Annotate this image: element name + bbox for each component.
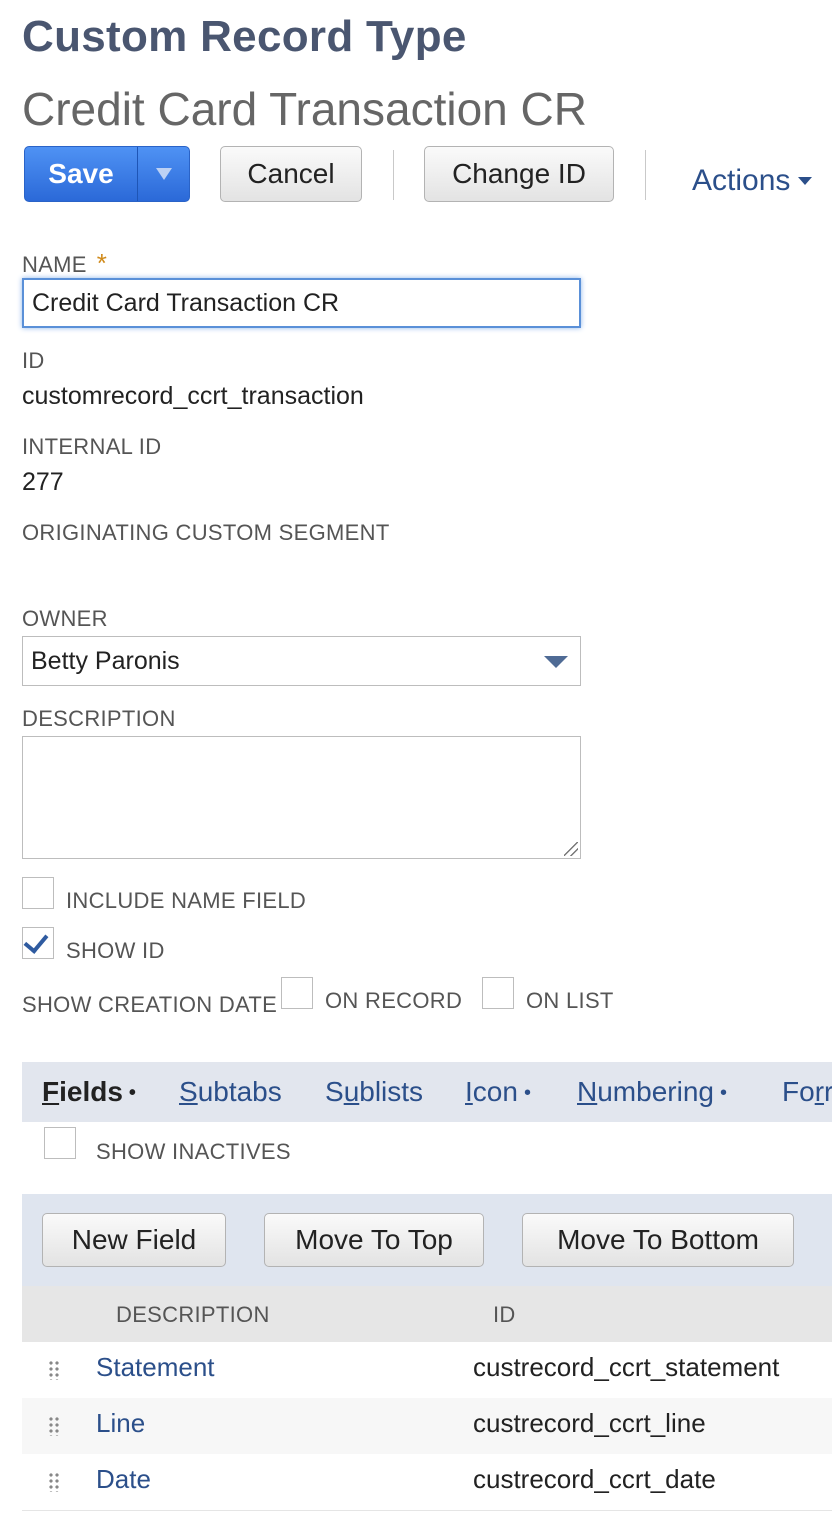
on-list-label: ON LIST	[526, 988, 614, 1013]
id-label: ID	[22, 348, 45, 373]
name-input[interactable]	[22, 278, 581, 328]
tab-icon[interactable]: Icon •	[465, 1076, 531, 1108]
field-description-link[interactable]: Line	[96, 1408, 145, 1439]
owner-select[interactable]: Betty Paronis	[22, 636, 581, 686]
tab-forms[interactable]: Forr	[782, 1076, 832, 1108]
on-record-label: ON RECORD	[325, 988, 463, 1013]
on-list-checkbox[interactable]	[482, 977, 514, 1009]
tab-fields-rest: ields	[59, 1076, 123, 1107]
originating-segment-label: ORIGINATING CUSTOM SEGMENT	[22, 520, 390, 545]
tab-icon-rest: con	[472, 1076, 518, 1107]
cancel-button[interactable]: Cancel	[220, 146, 362, 202]
chevron-down-icon	[155, 168, 172, 180]
column-header-id[interactable]: ID	[493, 1302, 516, 1328]
tab-icon-key: I	[465, 1076, 473, 1107]
drag-handle-icon[interactable]	[48, 1360, 60, 1380]
subtab-bar: Fields • Subtabs Sublists Icon • Numbering…	[22, 1062, 832, 1122]
actions-label: Actions	[692, 164, 791, 197]
field-id: custrecord_ccrt_date	[473, 1464, 716, 1494]
drag-handle-icon[interactable]	[48, 1472, 60, 1492]
save-button[interactable]: Save	[25, 147, 137, 201]
show-id-checkbox[interactable]	[22, 927, 54, 959]
caret-down-icon	[798, 177, 813, 185]
internal-id-value: 277	[22, 468, 64, 496]
checkmark-icon	[23, 928, 49, 954]
column-header-description[interactable]: DESCRIPTION	[116, 1302, 270, 1328]
save-button-group: Save	[24, 146, 190, 202]
table-row[interactable]: Line custrecord_ccrt_line	[22, 1398, 832, 1455]
tab-sublists-rest: blists	[359, 1076, 424, 1107]
field-description-link[interactable]: Date	[96, 1464, 151, 1495]
tab-sublists-pre: S	[325, 1076, 344, 1107]
toolbar-divider	[393, 150, 394, 200]
tab-subtabs[interactable]: Subtabs	[179, 1076, 282, 1108]
tab-numbering-rest: umbering	[597, 1076, 714, 1107]
resize-handle-icon[interactable]	[564, 842, 578, 856]
move-to-bottom-button[interactable]: Move To Bottom	[522, 1213, 794, 1267]
field-id: custrecord_ccrt_line	[473, 1408, 706, 1438]
drag-handle-icon[interactable]	[48, 1416, 60, 1436]
dropdown-arrow-icon	[544, 656, 568, 668]
name-label: NAME *	[22, 248, 107, 279]
change-id-button[interactable]: Change ID	[424, 146, 614, 202]
table-header: DESCRIPTION ID	[22, 1286, 832, 1342]
show-inactives-label: SHOW INACTIVES	[96, 1139, 291, 1164]
on-record-checkbox[interactable]	[281, 977, 313, 1009]
tab-forms-pre: Fo	[782, 1076, 815, 1107]
move-to-top-button[interactable]: Move To Top	[264, 1213, 484, 1267]
show-id-label: SHOW ID	[66, 938, 165, 963]
required-icon: *	[96, 248, 108, 278]
sublist-toolbar: New Field Move To Top Move To Bottom	[22, 1194, 832, 1286]
tab-fields-key: F	[42, 1076, 60, 1107]
tab-subtabs-key: S	[179, 1076, 198, 1107]
table-row[interactable]: Statement custrecord_ccrt_statement	[22, 1342, 832, 1399]
include-name-field-checkbox[interactable]	[22, 877, 54, 909]
tab-numbering[interactable]: Numbering •	[577, 1076, 727, 1108]
tab-fields-dot: •	[128, 1082, 136, 1105]
record-type-heading: Custom Record Type	[22, 12, 467, 61]
tab-numbering-key: N	[577, 1076, 598, 1107]
owner-value: Betty Paronis	[31, 646, 180, 675]
include-name-field-label: INCLUDE NAME FIELD	[66, 888, 307, 913]
new-field-button[interactable]: New Field	[42, 1213, 226, 1267]
internal-id-label: INTERNAL ID	[22, 434, 162, 459]
tab-fields[interactable]: Fields •	[42, 1076, 136, 1108]
show-inactives-checkbox[interactable]	[44, 1127, 76, 1159]
tab-subtabs-rest: ubtabs	[197, 1076, 282, 1107]
name-label-text: NAME	[22, 252, 87, 277]
record-name-title: Credit Card Transaction CR	[22, 83, 587, 135]
tab-forms-rest: r	[824, 1076, 832, 1107]
show-creation-date-label: SHOW CREATION DATE	[22, 992, 278, 1017]
tab-sublists[interactable]: Sublists	[325, 1076, 423, 1108]
description-label: DESCRIPTION	[22, 706, 176, 731]
tab-sublists-key: u	[343, 1076, 360, 1107]
save-menu-button[interactable]	[138, 147, 189, 201]
field-id: custrecord_ccrt_statement	[473, 1352, 780, 1382]
tab-numbering-dot: •	[719, 1082, 727, 1105]
id-value: customrecord_ccrt_transaction	[22, 382, 364, 410]
owner-label: OWNER	[22, 606, 108, 631]
description-textarea[interactable]	[22, 736, 581, 859]
actions-menu[interactable]: Actions	[692, 164, 813, 198]
tab-forms-key: r	[814, 1076, 825, 1107]
table-row[interactable]: Date custrecord_ccrt_date	[22, 1454, 832, 1511]
toolbar-divider	[645, 150, 646, 200]
field-description-link[interactable]: Statement	[96, 1352, 215, 1383]
show-inactives-area: SHOW INACTIVES	[22, 1122, 832, 1194]
tab-icon-dot: •	[523, 1082, 531, 1105]
